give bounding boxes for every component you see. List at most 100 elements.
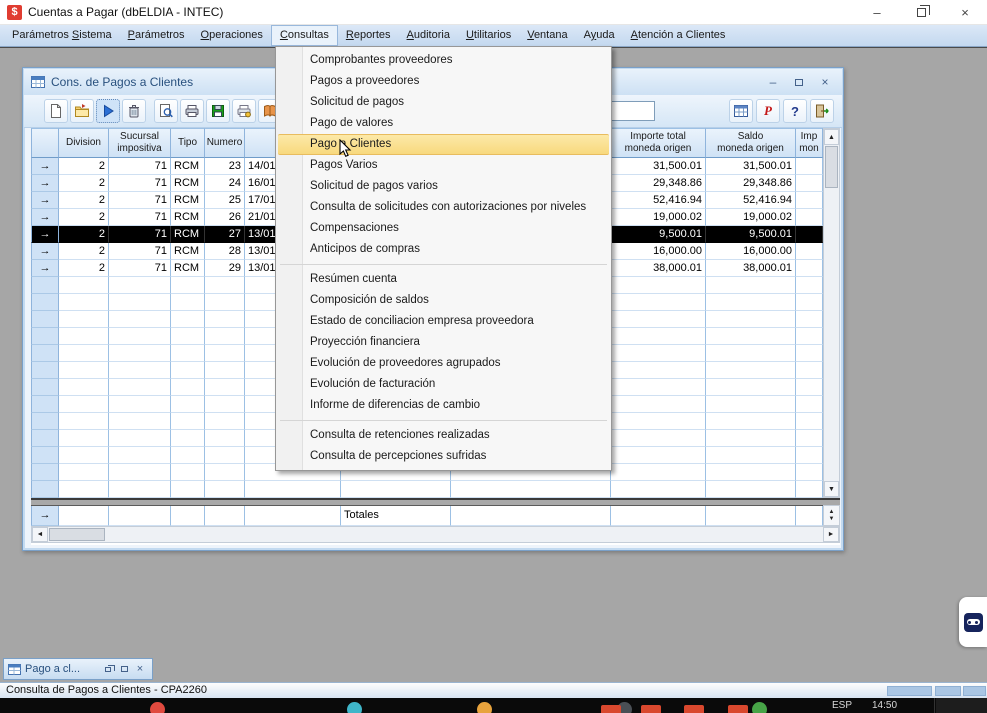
menu-item[interactable]: Evolución de facturación (276, 374, 611, 395)
column-header[interactable]: Tipo (171, 128, 205, 158)
menu-item[interactable]: Pago a Clientes (278, 134, 609, 155)
minimize-button[interactable]: – (855, 0, 899, 25)
row-selector[interactable] (31, 277, 59, 294)
row-selector[interactable] (31, 294, 59, 311)
spinner-up-icon[interactable]: ▲ (829, 509, 835, 516)
menu-item[interactable]: Composición de saldos (276, 290, 611, 311)
restore-button[interactable] (899, 0, 943, 25)
table-view-button[interactable] (729, 99, 753, 123)
taskbar-app-icon[interactable] (150, 702, 165, 713)
taskbar-window-icon[interactable] (641, 705, 661, 713)
menubar-item[interactable]: Reportes (338, 25, 399, 46)
menu-item[interactable]: Informe de diferencias de cambio (276, 395, 611, 416)
row-selector[interactable]: → (31, 209, 59, 226)
menu-item[interactable]: Solicitud de pagos varios (276, 176, 611, 197)
row-selector[interactable]: → (31, 175, 59, 192)
row-selector[interactable]: → (31, 260, 59, 277)
menu-item[interactable]: Anticipos de compras (276, 239, 611, 260)
scroll-right-icon[interactable]: ► (823, 527, 839, 542)
row-selector[interactable] (31, 328, 59, 345)
table-row[interactable] (31, 481, 840, 498)
print-button[interactable] (180, 99, 204, 123)
row-selector[interactable]: → (31, 158, 59, 175)
menubar-item[interactable]: Atención a Clientes (623, 25, 734, 46)
menu-item[interactable]: Compensaciones (276, 218, 611, 239)
exit-button[interactable] (810, 99, 834, 123)
row-selector[interactable] (31, 396, 59, 413)
scroll-up-icon[interactable]: ▲ (824, 129, 839, 145)
row-selector[interactable]: → (31, 226, 59, 243)
minimized-window-pago[interactable]: Pago a cl... × (3, 658, 153, 680)
vertical-scroll-thumb[interactable] (825, 146, 838, 188)
close-button[interactable]: × (943, 0, 987, 25)
row-selector[interactable]: → (31, 243, 59, 260)
row-selector[interactable]: → (31, 192, 59, 209)
min-maximize-button[interactable] (116, 662, 132, 676)
min-restore-button[interactable] (100, 662, 116, 676)
scroll-down-icon[interactable]: ▼ (824, 481, 839, 497)
menubar-item[interactable]: Consultas (271, 25, 338, 46)
column-header[interactable]: Saldomoneda origen (706, 128, 796, 158)
menu-item[interactable]: Consulta de solicitudes con autorizacion… (276, 197, 611, 218)
run-query-button[interactable] (96, 99, 120, 123)
clock[interactable]: 14:50 (872, 700, 897, 711)
language-indicator[interactable]: ESP (832, 700, 852, 711)
spinner-down-icon[interactable]: ▼ (829, 516, 835, 523)
menubar-item[interactable]: Operaciones (193, 25, 271, 46)
row-selector[interactable] (31, 481, 59, 498)
menu-item[interactable]: Pago de valores (276, 113, 611, 134)
child-maximize-button[interactable] (788, 74, 810, 90)
row-selector[interactable]: → (31, 506, 59, 526)
horizontal-scrollbar[interactable]: ◄ ► (31, 526, 840, 543)
print-setup-button[interactable] (232, 99, 256, 123)
min-close-button[interactable]: × (132, 662, 148, 676)
menu-item[interactable]: Resúmen cuenta (276, 269, 611, 290)
child-minimize-button[interactable]: – (762, 74, 784, 90)
delete-record-button[interactable] (122, 99, 146, 123)
horizontal-scroll-thumb[interactable] (49, 528, 105, 541)
table-row[interactable]: →Totales (31, 506, 840, 526)
open-record-button[interactable] (70, 99, 94, 123)
grid-splitter[interactable] (31, 498, 840, 506)
column-header[interactable]: Division (59, 128, 109, 158)
menu-item[interactable]: Consulta de retenciones realizadas (276, 425, 611, 446)
row-selector[interactable] (31, 413, 59, 430)
menubar-item[interactable]: Utilitarios (458, 25, 519, 46)
menu-item[interactable]: Estado de conciliacion empresa proveedor… (276, 311, 611, 332)
save-button[interactable] (206, 99, 230, 123)
scroll-left-icon[interactable]: ◄ (32, 527, 48, 542)
row-selector[interactable] (31, 379, 59, 396)
menu-item[interactable]: Proyección financiera (276, 332, 611, 353)
menubar-item[interactable]: Ventana (519, 25, 575, 46)
column-header[interactable]: Numero (205, 128, 245, 158)
menu-item[interactable]: Pagos Varios (276, 155, 611, 176)
taskbar-app-icon[interactable] (347, 702, 362, 713)
taskbar-app-icon[interactable] (477, 702, 492, 713)
child-close-button[interactable]: × (814, 74, 836, 90)
menu-item[interactable]: Solicitud de pagos (276, 92, 611, 113)
totals-spinner[interactable]: ▲ ▼ (823, 505, 840, 526)
row-selector[interactable] (31, 464, 59, 481)
show-desktop-button[interactable] (936, 698, 987, 713)
menu-item[interactable]: Consulta de percepciones sufridas (276, 446, 611, 467)
new-record-button[interactable] (44, 99, 68, 123)
row-selector[interactable] (31, 311, 59, 328)
remote-support-tab[interactable] (959, 597, 987, 647)
row-selector[interactable] (31, 362, 59, 379)
column-header[interactable] (31, 128, 59, 158)
vertical-scrollbar[interactable]: ▲ ▼ (823, 128, 840, 498)
taskbar-window-icon[interactable] (601, 705, 621, 713)
process-button[interactable]: P (756, 99, 780, 123)
preview-button[interactable] (154, 99, 178, 123)
column-header[interactable]: Impmon (796, 128, 823, 158)
menubar-item[interactable]: Parámetros (120, 25, 193, 46)
menubar-item[interactable]: Parámetros Sistema (4, 25, 120, 46)
row-selector[interactable] (31, 447, 59, 464)
column-header[interactable]: Importe totalmoneda origen (611, 128, 706, 158)
taskbar-window-icon[interactable] (728, 705, 748, 713)
column-header[interactable]: Sucursalimpositiva (109, 128, 171, 158)
menu-item[interactable]: Pagos a proveedores (276, 71, 611, 92)
menu-item[interactable]: Evolución de proveedores agrupados (276, 353, 611, 374)
menubar-item[interactable]: Ayuda (576, 25, 623, 46)
menu-item[interactable]: Comprobantes proveedores (276, 50, 611, 71)
